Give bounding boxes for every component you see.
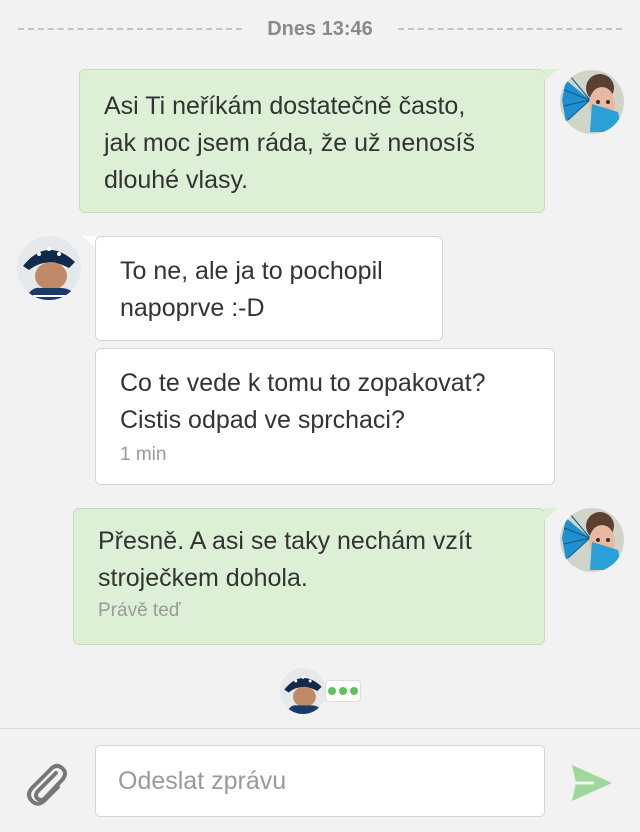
divider-line-right: [398, 28, 622, 30]
message-bubble-incoming[interactable]: Co te vede k tomu to zopakovat? Cistis o…: [95, 348, 555, 485]
message-bubble-outgoing[interactable]: Asi Ti neříkám dostatečně často, jak moc…: [79, 69, 545, 213]
bubble-tail: [82, 236, 96, 248]
typing-indicator: [325, 680, 361, 702]
message-input[interactable]: Odeslat zprávu: [95, 745, 545, 817]
bubble-tail: [544, 69, 558, 81]
paperclip-icon[interactable]: [22, 759, 72, 809]
message-timestamp: 1 min: [120, 444, 167, 465]
send-icon[interactable]: [568, 759, 616, 807]
message-text: Přesně. A asi se taky nechám vzít stroje…: [98, 527, 472, 592]
date-divider-label: Dnes 13:46: [267, 17, 373, 40]
message-bubble-outgoing[interactable]: Přesně. A asi se taky nechám vzít stroje…: [73, 508, 545, 645]
message-text: Asi Ti neříkám dostatečně často, jak moc…: [104, 92, 475, 194]
date-divider: Dnes 13:46: [0, 0, 640, 58]
message-bubble-incoming[interactable]: To ne, ale ja to pochopil napoprve :-D: [95, 236, 443, 341]
divider-line-left: [18, 28, 242, 30]
message-text: To ne, ale ja to pochopil napoprve :-D: [120, 257, 383, 322]
message-timestamp: Právě teď: [98, 600, 181, 621]
contact-avatar-typing: [280, 668, 326, 714]
message-input-placeholder: Odeslat zprávu: [118, 766, 287, 795]
message-text: Co te vede k tomu to zopakovat? Cistis o…: [120, 369, 486, 434]
bubble-tail: [544, 508, 558, 520]
contact-avatar[interactable]: [17, 236, 81, 300]
typing-dot: [328, 687, 336, 695]
typing-dot: [339, 687, 347, 695]
my-avatar[interactable]: [560, 70, 624, 134]
typing-dot: [350, 687, 358, 695]
message-composer: Odeslat zprávu: [0, 728, 640, 832]
my-avatar[interactable]: [560, 508, 624, 572]
